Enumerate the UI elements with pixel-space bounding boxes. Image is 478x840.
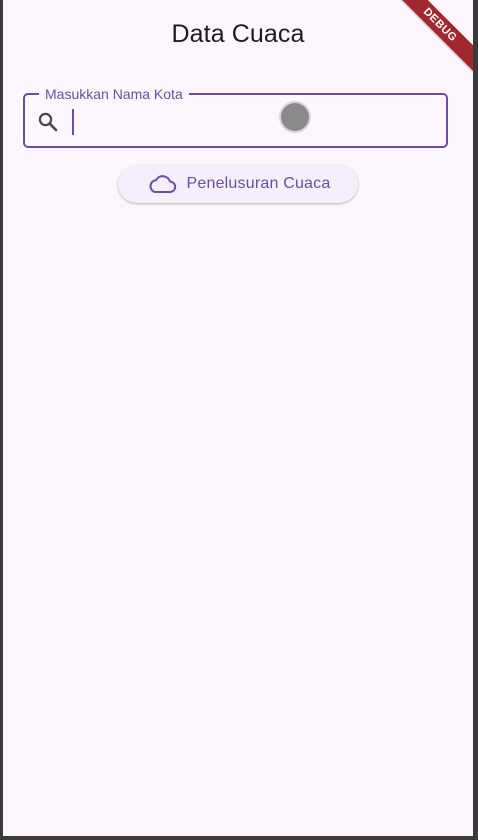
search-icon [36, 110, 60, 134]
city-input[interactable] [77, 105, 407, 137]
cloud-icon [146, 172, 178, 196]
search-weather-button-label: Penelusuran Cuaca [186, 175, 331, 192]
text-cursor [72, 109, 74, 135]
device-frame: Data Cuaca Masukkan Nama Kota Penelusura… [0, 0, 478, 840]
touch-indicator [281, 103, 309, 131]
page-title: Data Cuaca [171, 20, 305, 48]
city-field-label: Masukkan Nama Kota [39, 85, 189, 103]
search-weather-button[interactable]: Penelusuran Cuaca [118, 165, 358, 203]
app-screen: Data Cuaca Masukkan Nama Kota Penelusura… [3, 0, 473, 836]
city-search-field[interactable]: Masukkan Nama Kota [23, 85, 448, 148]
